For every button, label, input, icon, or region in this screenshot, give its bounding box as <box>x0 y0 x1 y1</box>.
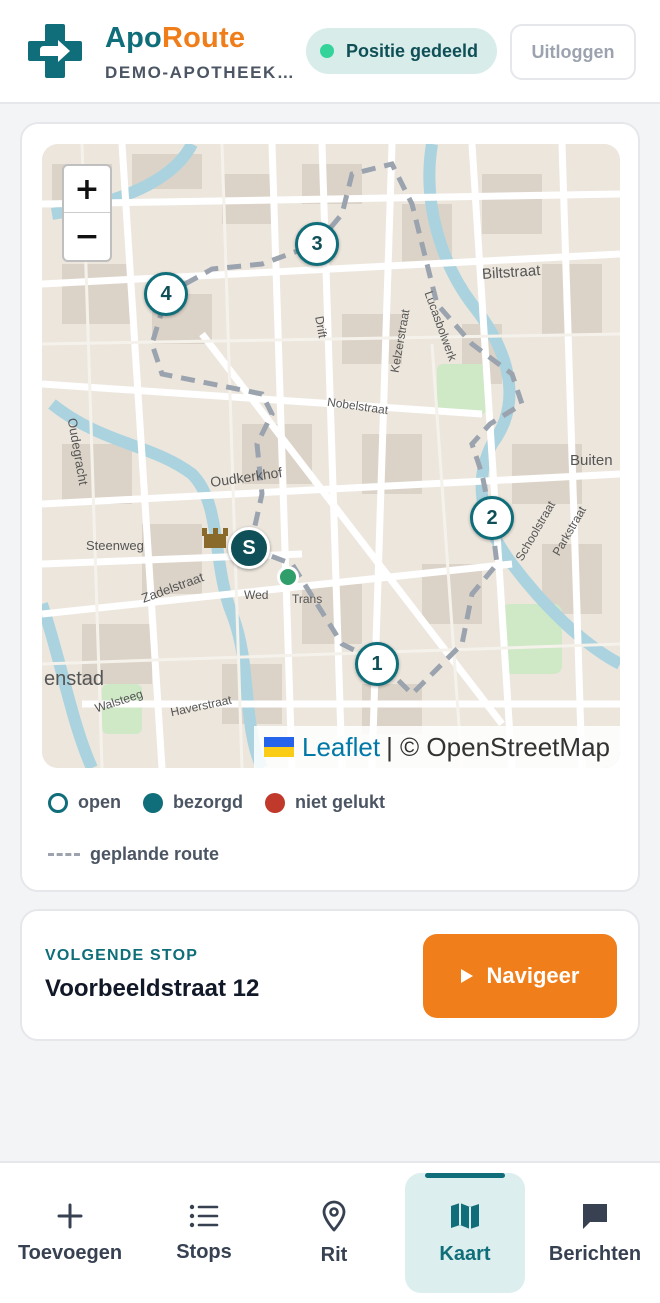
tab-label: Kaart <box>439 1242 491 1265</box>
failed-marker-icon <box>265 792 285 813</box>
map-street-label: Steenweg <box>86 538 144 553</box>
legend-failed: niet gelukt <box>265 792 385 813</box>
stop-marker-4[interactable]: 4 <box>144 272 188 316</box>
map-street-label: Trans <box>292 592 323 606</box>
tab-stops[interactable]: Stops <box>144 1173 264 1293</box>
map-attribution: Leaflet | © OpenStreetMap <box>254 726 620 768</box>
position-status-badge: Positie gedeeld <box>306 28 497 74</box>
legend-route-label: geplande route <box>90 844 220 864</box>
tab-label: Rit <box>320 1243 348 1266</box>
next-stop-card: VOLGENDE STOP Voorbeeldstraat 12 Navigee… <box>20 909 640 1041</box>
active-tab-indicator <box>425 1173 505 1178</box>
message-icon <box>583 1203 607 1229</box>
bottom-navigation: Toevoegen Stops Rit Kaart Berichten <box>0 1161 660 1303</box>
zoom-control: + − <box>62 164 112 262</box>
tab-berichten[interactable]: Berichten <box>535 1173 655 1293</box>
legend-route: geplande route <box>48 844 219 865</box>
stop-marker-1[interactable]: 1 <box>355 642 399 686</box>
map-card: Biltstraat Oudkerkhof Steenweg Zadelstra… <box>20 122 640 892</box>
next-stop-label: VOLGENDE STOP <box>45 947 199 964</box>
stop-marker-2[interactable]: 2 <box>470 496 514 540</box>
brand-part-route: Route <box>161 22 246 54</box>
brand-part-apo: Apo <box>105 22 162 54</box>
tab-kaart[interactable]: Kaart <box>405 1173 525 1293</box>
navigate-button[interactable]: Navigeer <box>423 934 617 1018</box>
plus-icon <box>57 1203 83 1228</box>
tab-rit[interactable]: Rit <box>274 1173 394 1293</box>
legend-open: open <box>48 792 121 813</box>
tab-label: Toevoegen <box>17 1241 123 1264</box>
zoom-out-button[interactable]: − <box>64 213 110 260</box>
start-marker[interactable]: S <box>228 527 270 569</box>
tab-toevoegen[interactable]: Toevoegen <box>10 1173 130 1293</box>
dashed-line-icon <box>48 853 80 856</box>
position-status-text: Positie gedeeld <box>346 40 479 61</box>
ukraine-flag-icon <box>264 737 294 757</box>
legend-done: bezorgd <box>143 792 243 813</box>
map-legend: open bezorgd niet gelukt <box>48 792 407 813</box>
tab-label: Stops <box>176 1240 232 1263</box>
app-title: ApoRoute <box>105 22 245 55</box>
app-logo-icon <box>28 24 82 78</box>
zoom-in-button[interactable]: + <box>64 166 110 213</box>
current-location-dot <box>277 566 299 588</box>
status-dot-icon <box>320 44 334 58</box>
play-icon <box>460 969 473 983</box>
osm-attribution: | © OpenStreetMap <box>386 731 610 762</box>
map-street-label: Buiten <box>570 452 613 469</box>
logout-button[interactable]: Uitloggen <box>510 24 636 80</box>
navigate-label: Navigeer <box>486 963 580 988</box>
leaflet-link[interactable]: Leaflet <box>302 732 380 763</box>
map-icon <box>451 1202 479 1229</box>
legend-open-label: open <box>78 792 121 812</box>
open-marker-icon <box>48 792 68 813</box>
map-view[interactable]: Biltstraat Oudkerkhof Steenweg Zadelstra… <box>42 144 620 768</box>
stop-marker-3[interactable]: 3 <box>295 222 339 266</box>
list-icon <box>189 1204 219 1227</box>
map-pin-icon <box>322 1200 346 1231</box>
done-marker-icon <box>143 792 163 813</box>
map-street-label: enstad <box>44 668 105 690</box>
map-street-label: Wed <box>244 588 269 602</box>
app-header: ApoRoute DEMO-APOTHEEK… Positie gedeeld … <box>0 0 660 104</box>
next-stop-address: Voorbeeldstraat 12 <box>45 975 260 1002</box>
legend-done-label: bezorgd <box>173 792 243 812</box>
tab-label: Berichten <box>548 1242 642 1265</box>
pharmacy-name: DEMO-APOTHEEK… <box>105 63 296 82</box>
legend-failed-label: niet gelukt <box>295 792 386 812</box>
